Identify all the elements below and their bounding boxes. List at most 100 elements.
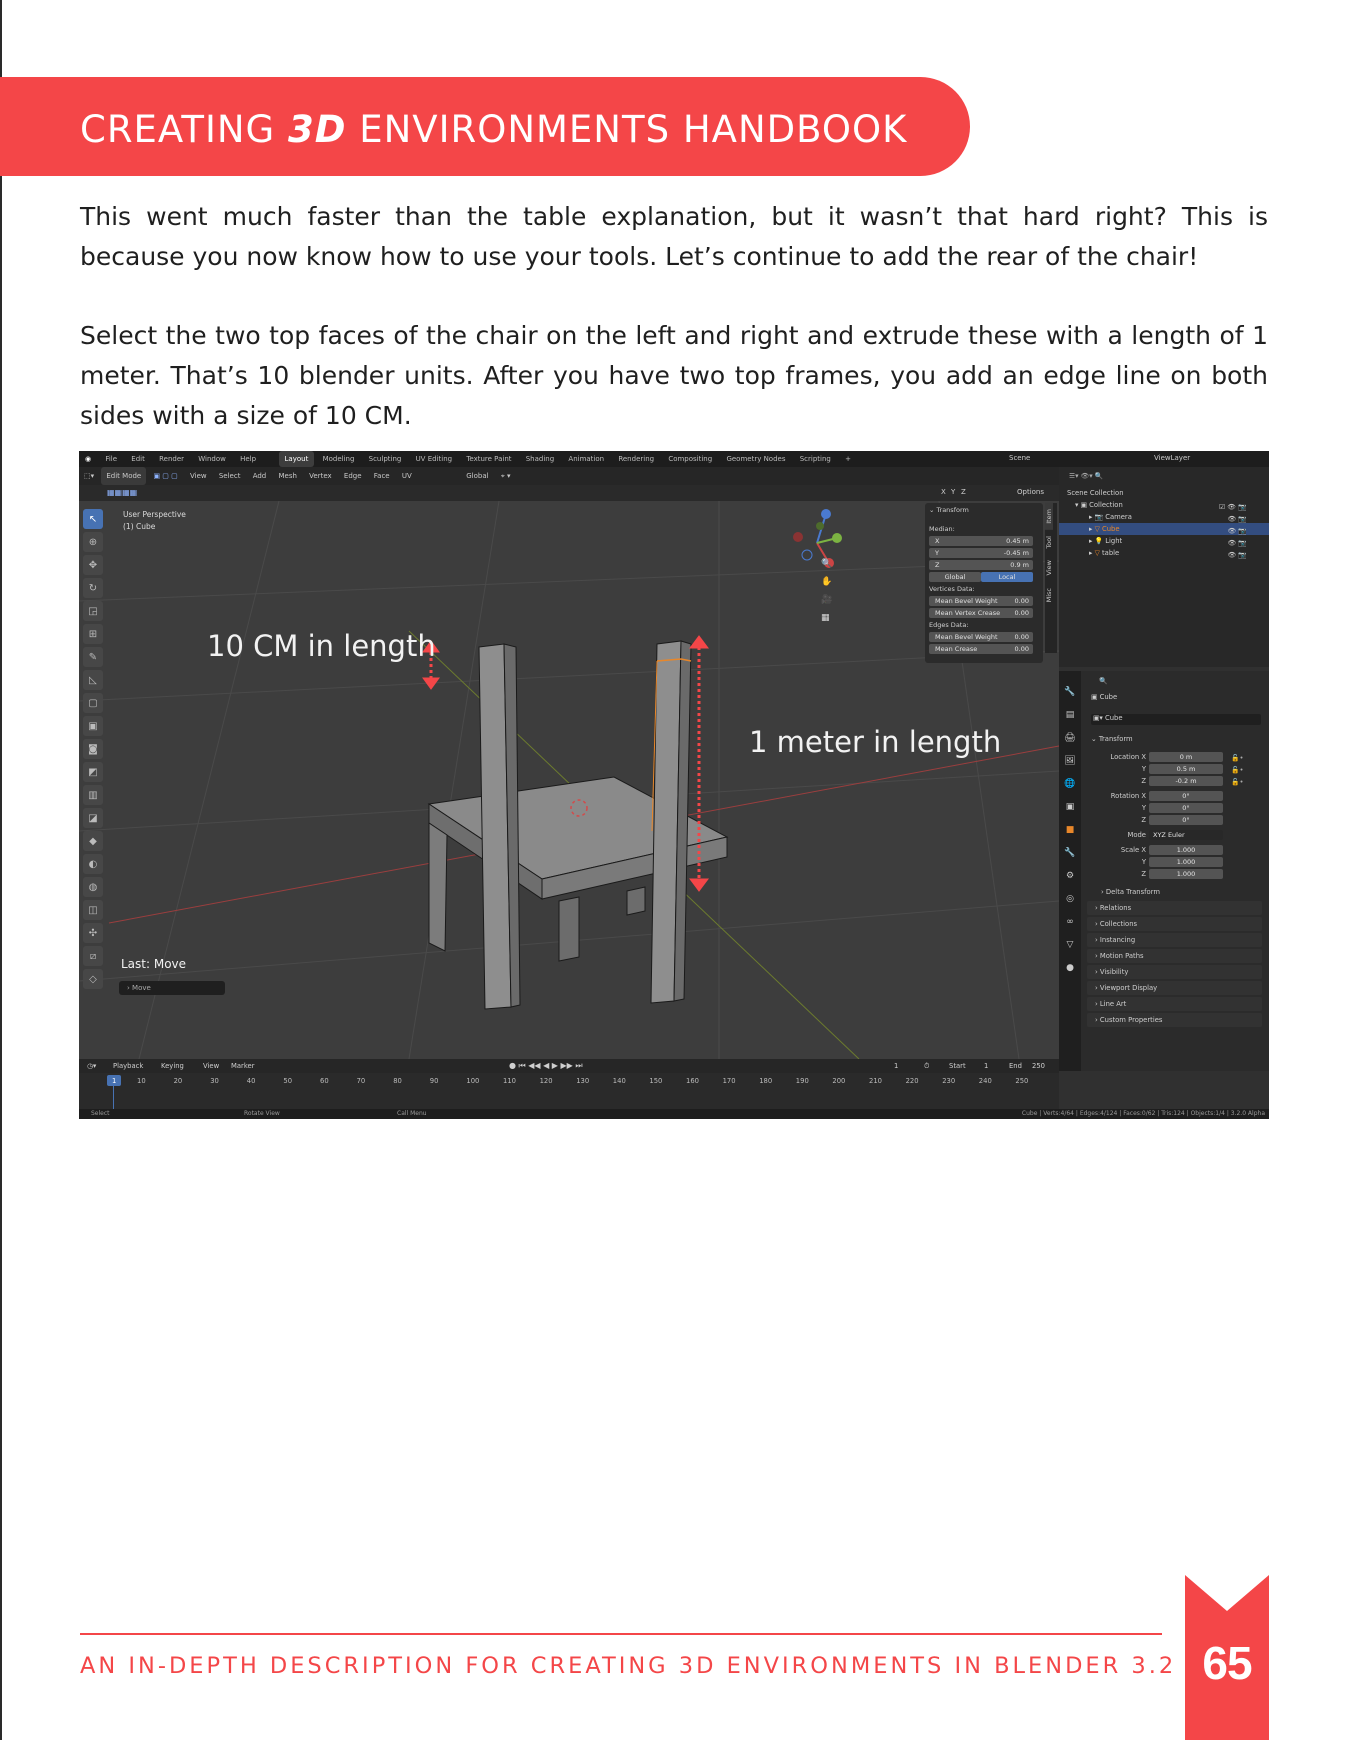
rotation-x-field[interactable]: 0° <box>1149 791 1223 801</box>
tab-texture-paint[interactable]: Texture Paint <box>460 451 517 467</box>
smooth-tool-icon[interactable]: ◍ <box>83 877 103 897</box>
median-y-field[interactable]: Y -0.45 m <box>929 548 1033 558</box>
rotation-mode-dropdown[interactable]: XYZ Euler <box>1149 830 1223 840</box>
tool-settings-icons[interactable]: ▦▦▦▦ <box>107 488 137 497</box>
menu-vertex[interactable]: Vertex <box>304 467 337 485</box>
add-workspace-button[interactable]: + <box>839 451 857 467</box>
line-art-section[interactable]: › Line Art <box>1087 997 1262 1011</box>
start-frame-field[interactable]: 1 <box>984 1062 988 1070</box>
annotate-tool-icon[interactable]: ✎ <box>83 647 103 667</box>
cursor-tool-icon[interactable]: ⊕ <box>83 532 103 552</box>
tab-animation[interactable]: Animation <box>562 451 610 467</box>
location-z-field[interactable]: -0.2 m <box>1149 776 1223 786</box>
transform-tool-icon[interactable]: ⊞ <box>83 624 103 644</box>
lock-icons[interactable]: 🔓• 🔓• 🔓• <box>1231 752 1243 788</box>
location-y-field[interactable]: 0.5 m <box>1149 764 1223 774</box>
menu-face[interactable]: Face <box>369 467 395 485</box>
edge-slide-tool-icon[interactable]: ◫ <box>83 900 103 920</box>
shear-tool-icon[interactable]: ⧄ <box>83 946 103 966</box>
tab-shading[interactable]: Shading <box>520 451 560 467</box>
menu-edge[interactable]: Edge <box>339 467 367 485</box>
tab-tool[interactable]: Tool <box>1045 530 1053 555</box>
scale-tool-icon[interactable]: ◲ <box>83 601 103 621</box>
custom-properties-section[interactable]: › Custom Properties <box>1087 1013 1262 1027</box>
move-tool-icon[interactable]: ✥ <box>83 555 103 575</box>
extrude-tool-icon[interactable]: ▣ <box>83 716 103 736</box>
blender-logo-icon[interactable]: ◉ <box>79 451 97 467</box>
menu-mesh[interactable]: Mesh <box>274 467 302 485</box>
menu-edit[interactable]: Edit <box>125 451 151 467</box>
menu-marker[interactable]: Marker <box>231 1062 255 1070</box>
scale-y-field[interactable]: 1.000 <box>1149 857 1223 867</box>
outliner-scene-collection[interactable]: Scene Collection <box>1067 489 1124 497</box>
mean-bevel-weight-edge-field[interactable]: Mean Bevel Weight 0.00 <box>929 632 1033 642</box>
menu-playback[interactable]: Playback <box>113 1062 143 1070</box>
transform-orientation[interactable]: Global <box>461 467 493 485</box>
options-dropdown[interactable]: Options <box>1017 488 1044 496</box>
tab-modeling[interactable]: Modeling <box>317 451 361 467</box>
menu-help[interactable]: Help <box>234 451 262 467</box>
visibility-section[interactable]: › Visibility <box>1087 965 1262 979</box>
spin-tool-icon[interactable]: ◐ <box>83 854 103 874</box>
tab-misc[interactable]: Misc <box>1045 582 1053 608</box>
median-x-field[interactable]: X 0.45 m <box>929 536 1033 546</box>
rotation-y-field[interactable]: 0° <box>1149 803 1223 813</box>
rip-tool-icon[interactable]: ◇ <box>83 969 103 989</box>
menu-uv[interactable]: UV <box>397 467 417 485</box>
object-name-field[interactable]: ▣▾ Cube <box>1091 714 1261 725</box>
menu-timeline-view[interactable]: View <box>203 1062 219 1070</box>
snap-icon[interactable]: ⌖ ▾ <box>496 467 516 485</box>
timeline[interactable]: ◷▾ Playback Keying View Marker ● ⏮ ◀◀ ◀ … <box>79 1059 1059 1109</box>
playback-controls[interactable]: ● ⏮ ◀◀ ◀ ▶ ▶▶ ⏭ <box>509 1061 583 1071</box>
instancing-section[interactable]: › Instancing <box>1087 933 1262 947</box>
view-layer-selector[interactable]: ViewLayer <box>1154 454 1190 462</box>
shrink-tool-icon[interactable]: ✣ <box>83 923 103 943</box>
delta-transform-section[interactable]: › Delta Transform <box>1101 888 1160 896</box>
outliner-cube[interactable]: ▸ ▽ Cube <box>1089 525 1120 533</box>
mean-bevel-weight-vertex-field[interactable]: Mean Bevel Weight 0.00 <box>929 596 1033 606</box>
knife-tool-icon[interactable]: ◪ <box>83 808 103 828</box>
mean-vertex-crease-field[interactable]: Mean Vertex Crease 0.00 <box>929 608 1033 618</box>
outliner-collection[interactable]: ▾ ▣ Collection <box>1075 501 1123 509</box>
tab-view[interactable]: View <box>1045 554 1053 581</box>
transform-panel-title[interactable]: ⌄ Transform <box>929 506 969 514</box>
menu-select[interactable]: Select <box>214 467 246 485</box>
global-toggle[interactable]: Global <box>929 572 981 582</box>
menu-window[interactable]: Window <box>192 451 232 467</box>
tab-geometry-nodes[interactable]: Geometry Nodes <box>720 451 791 467</box>
scene-selector[interactable]: Scene <box>1009 454 1030 462</box>
motion-paths-section[interactable]: › Motion Paths <box>1087 949 1262 963</box>
add-cube-tool-icon[interactable]: ▢ <box>83 693 103 713</box>
local-toggle[interactable]: Local <box>981 572 1033 582</box>
select-box-tool-icon[interactable]: ↖ <box>83 509 103 529</box>
outliner-light[interactable]: ▸ 💡 Light <box>1089 537 1122 545</box>
location-x-field[interactable]: 0 m <box>1149 752 1223 762</box>
scale-z-field[interactable]: 1.000 <box>1149 869 1223 879</box>
median-z-field[interactable]: Z 0.9 m <box>929 560 1033 570</box>
outliner-header-icons[interactable]: ☰▾ 👁▾ 🔍 <box>1069 472 1103 480</box>
tab-rendering[interactable]: Rendering <box>612 451 660 467</box>
inset-tool-icon[interactable]: ◙ <box>83 739 103 759</box>
tab-item[interactable]: Item <box>1045 503 1053 530</box>
tab-uv-editing[interactable]: UV Editing <box>410 451 459 467</box>
menu-render[interactable]: Render <box>153 451 190 467</box>
outliner-camera[interactable]: ▸ 📷 Camera <box>1089 513 1132 521</box>
collections-section[interactable]: › Collections <box>1087 917 1262 931</box>
3d-viewport[interactable]: 10 CM in length 1 meter in length Last: … <box>79 501 1059 1059</box>
axis-y-toggle[interactable]: Y <box>951 488 955 496</box>
tab-layout[interactable]: Layout <box>278 451 315 467</box>
last-operator-panel[interactable]: › Move <box>119 981 225 995</box>
tab-scripting[interactable]: Scripting <box>794 451 837 467</box>
measure-tool-icon[interactable]: ◺ <box>83 670 103 690</box>
end-frame-field[interactable]: 250 <box>1032 1062 1045 1070</box>
editor-type-icon[interactable]: ⬚▾ <box>79 467 99 485</box>
outliner-table[interactable]: ▸ ▽ table <box>1089 549 1119 557</box>
axis-x-toggle[interactable]: X <box>941 488 946 496</box>
menu-add[interactable]: Add <box>248 467 272 485</box>
menu-file[interactable]: File <box>99 451 123 467</box>
scale-x-field[interactable]: 1.000 <box>1149 845 1223 855</box>
poly-build-tool-icon[interactable]: ◆ <box>83 831 103 851</box>
tab-sculpting[interactable]: Sculpting <box>363 451 408 467</box>
timeline-editor-icon[interactable]: ◷▾ <box>87 1062 96 1070</box>
properties-search-icon[interactable]: 🔍 <box>1099 677 1107 685</box>
